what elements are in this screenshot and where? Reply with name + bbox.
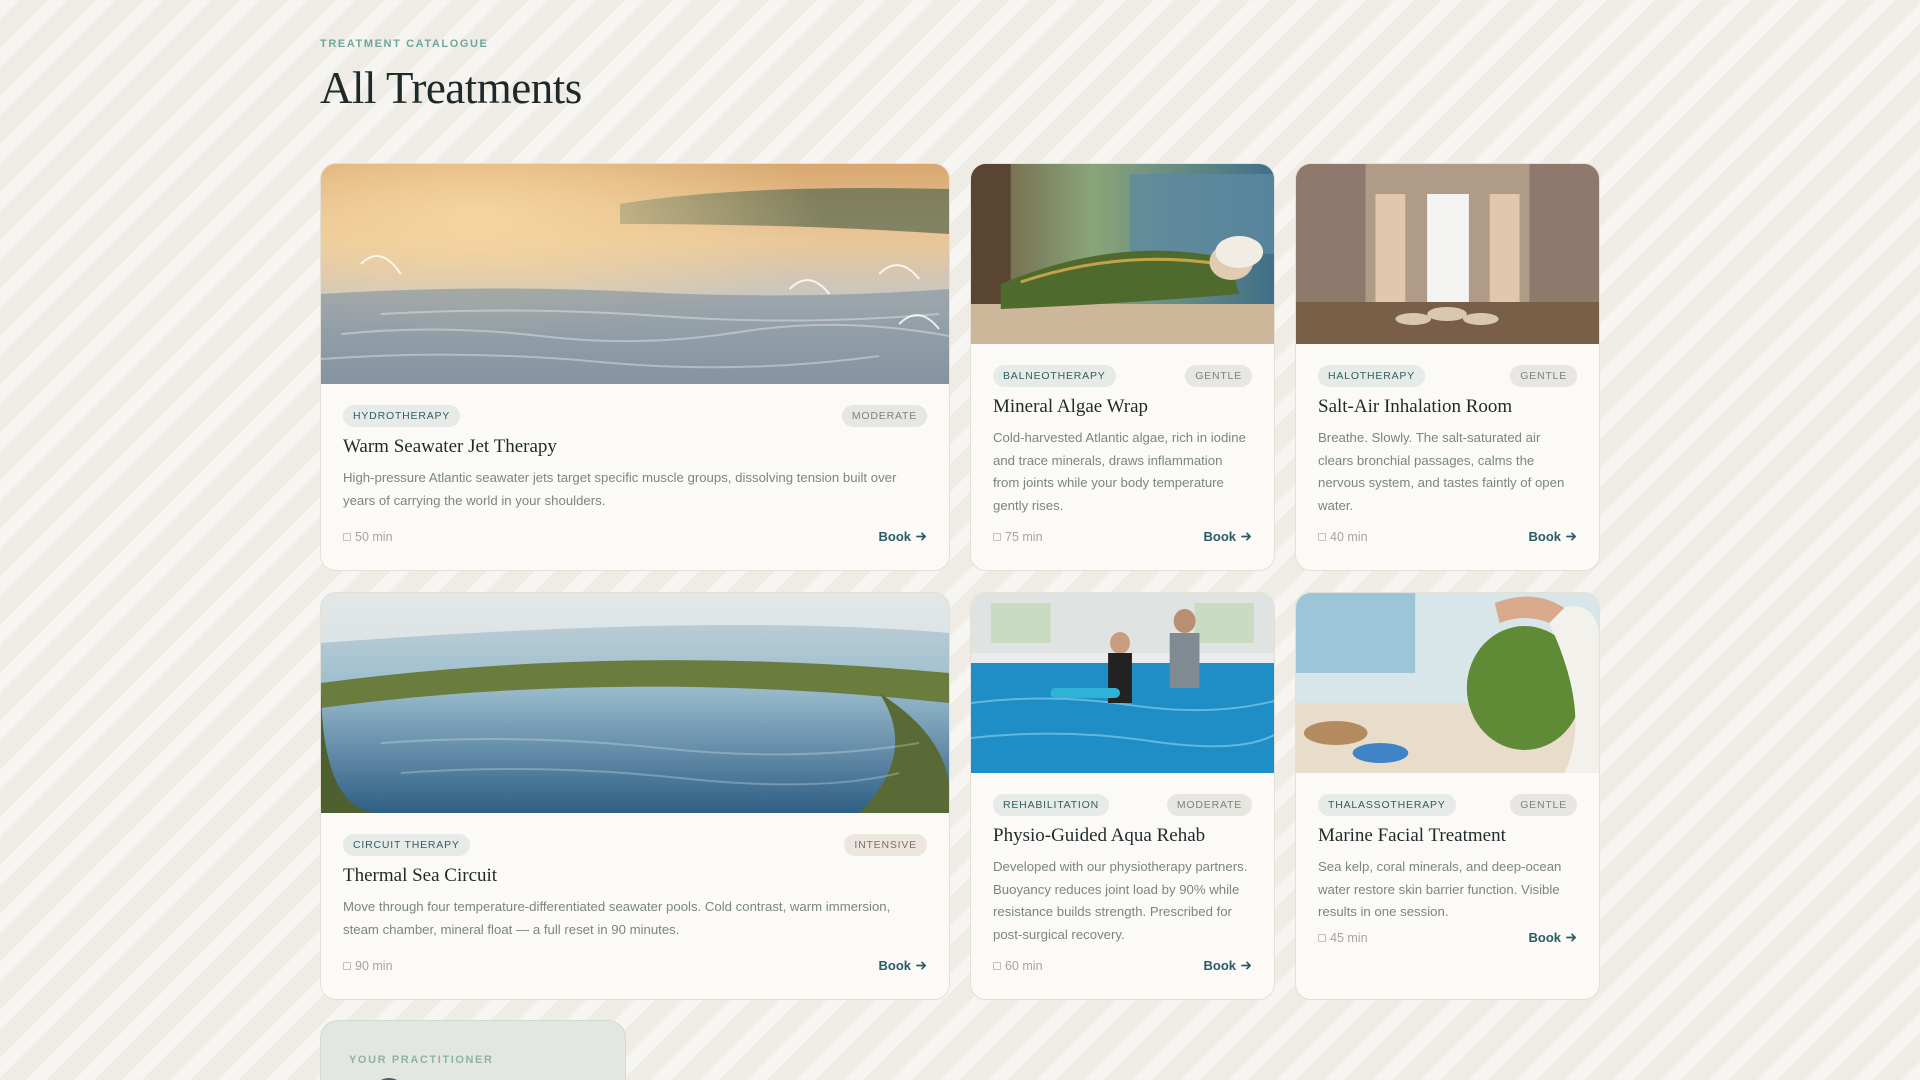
intensity-badge: GENTLE [1510, 794, 1577, 816]
duration-value: 60 min [1005, 959, 1043, 973]
intensity-badge: INTENSIVE [844, 834, 927, 856]
book-label: Book [1203, 529, 1237, 544]
treatment-title: Mineral Algae Wrap [993, 396, 1149, 417]
page-title: All Treatments [320, 63, 582, 113]
book-label: Book [878, 958, 912, 973]
practitioner-panel[interactable]: YOUR PRACTITIONER [320, 1020, 626, 1080]
treatment-card[interactable]: THALASSOTHERAPY GENTLE Marine Facial Tre… [1295, 592, 1600, 1000]
duration: 45 min [1318, 931, 1368, 945]
book-button[interactable]: Book [1529, 930, 1578, 945]
duration: 50 min [343, 530, 393, 544]
category-tag: HALOTHERAPY [1318, 365, 1425, 387]
book-label: Book [1203, 958, 1237, 973]
duration-value: 50 min [355, 530, 393, 544]
clock-icon [1318, 934, 1326, 942]
treatment-description: High-pressure Atlantic seawater jets tar… [343, 470, 897, 508]
duration: 40 min [1318, 530, 1368, 544]
treatment-title: Thermal Sea Circuit [343, 865, 498, 886]
treatment-card[interactable]: HYDROTHERAPY MODERATE Warm Seawater Jet … [320, 163, 950, 571]
intensity-badge: MODERATE [841, 405, 927, 427]
duration-value: 75 min [1005, 530, 1043, 544]
arrow-right-icon [1241, 961, 1251, 970]
arrow-right-icon [1566, 532, 1576, 541]
book-button[interactable]: Book [1204, 529, 1253, 544]
catalogue-eyebrow: TREATMENT CATALOGUE [320, 38, 489, 50]
clock-icon [343, 962, 351, 970]
treatment-card[interactable]: HALOTHERAPY GENTLE Salt-Air Inhalation R… [1295, 163, 1600, 571]
treatment-title: Physio-Guided Aqua Rehab [993, 825, 1206, 846]
treatment-photo [1296, 593, 1599, 773]
treatment-photo [971, 593, 1274, 773]
treatment-title: Marine Facial Treatment [1318, 825, 1506, 846]
treatment-description: Sea kelp, coral minerals, and deep-ocean… [1318, 859, 1562, 919]
book-button[interactable]: Book [879, 529, 928, 544]
intensity-badge: GENTLE [1185, 365, 1252, 387]
intensity-badge: MODERATE [1166, 794, 1252, 816]
treatment-description: Move through four temperature-differenti… [343, 899, 891, 937]
clock-icon [343, 533, 351, 541]
book-button[interactable]: Book [879, 958, 928, 973]
practitioner-label: YOUR PRACTITIONER [349, 1054, 494, 1066]
intensity-badge: GENTLE [1510, 365, 1577, 387]
category-tag: HYDROTHERAPY [343, 405, 461, 427]
clock-icon [1318, 533, 1326, 541]
duration-value: 45 min [1330, 931, 1368, 945]
duration: 60 min [993, 959, 1043, 973]
treatment-title: Warm Seawater Jet Therapy [343, 436, 557, 457]
clock-icon [993, 962, 1001, 970]
treatment-photo [321, 164, 949, 384]
duration: 90 min [343, 959, 393, 973]
book-button[interactable]: Book [1204, 958, 1253, 973]
arrow-right-icon [1566, 933, 1576, 942]
category-tag: CIRCUIT THERAPY [343, 834, 470, 856]
treatment-description: Cold-harvested Atlantic algae, rich in i… [993, 430, 1246, 513]
category-tag: BALNEOTHERAPY [993, 365, 1116, 387]
book-button[interactable]: Book [1529, 529, 1578, 544]
category-tag: REHABILITATION [993, 794, 1109, 816]
treatment-description: Breathe. Slowly. The salt-saturated air … [1318, 430, 1565, 513]
duration: 75 min [993, 530, 1043, 544]
book-label: Book [878, 529, 912, 544]
treatment-card[interactable]: BALNEOTHERAPY GENTLE Mineral Algae Wrap … [970, 163, 1275, 571]
arrow-right-icon [1241, 532, 1251, 541]
book-label: Book [1528, 529, 1562, 544]
clock-icon [993, 533, 1001, 541]
arrow-right-icon [916, 961, 926, 970]
book-label: Book [1528, 930, 1562, 945]
treatment-description: Developed with our physiotherapy partner… [993, 859, 1248, 942]
duration-value: 40 min [1330, 530, 1368, 544]
category-tag: THALASSOTHERAPY [1318, 794, 1456, 816]
treatment-card[interactable]: CIRCUIT THERAPY INTENSIVE Thermal Sea Ci… [320, 592, 950, 1000]
treatment-photo [321, 593, 949, 813]
treatment-photo [1296, 164, 1599, 344]
treatment-card[interactable]: REHABILITATION MODERATE Physio-Guided Aq… [970, 592, 1275, 1000]
treatment-photo [971, 164, 1274, 344]
treatment-title: Salt-Air Inhalation Room [1318, 396, 1513, 417]
duration-value: 90 min [355, 959, 393, 973]
arrow-right-icon [916, 532, 926, 541]
